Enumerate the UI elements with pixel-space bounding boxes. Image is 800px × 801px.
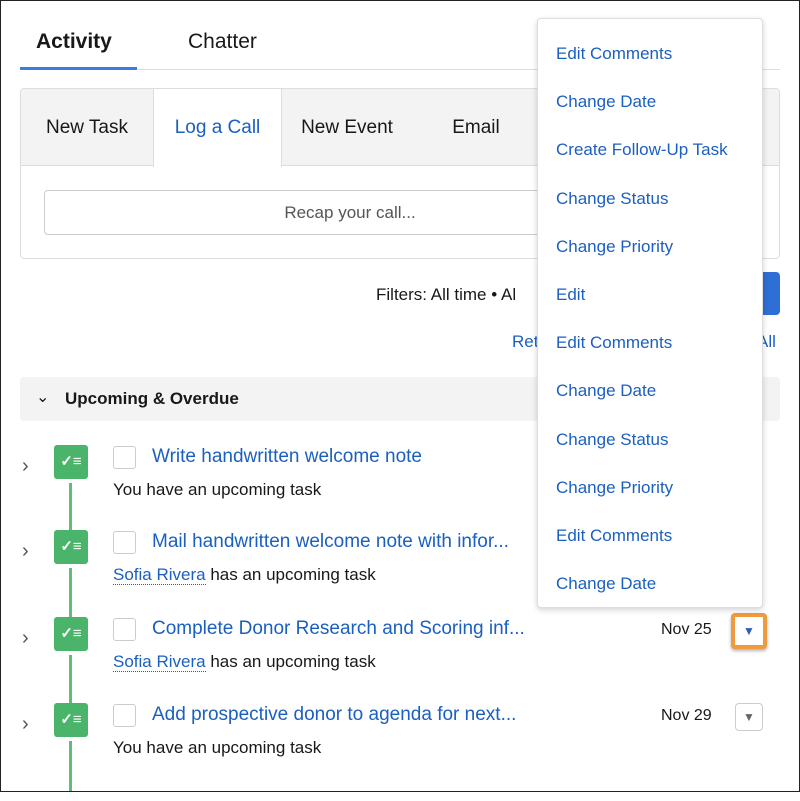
timeline-line: [69, 655, 72, 705]
chevron-right-icon[interactable]: ›: [22, 713, 29, 736]
owner-link[interactable]: Sofia Rivera: [113, 565, 206, 585]
task-title-link[interactable]: Complete Donor Research and Scoring inf.…: [152, 618, 525, 640]
chevron-right-icon[interactable]: ›: [22, 455, 29, 478]
menu-item[interactable]: Change Date: [556, 381, 656, 401]
task-subtitle: Sofia Rivera has an upcoming task: [113, 652, 376, 672]
menu-item[interactable]: Change Priority: [556, 237, 673, 257]
task-status-text: You have an upcoming task: [113, 738, 322, 757]
task-checkbox[interactable]: [113, 618, 136, 641]
task-checkbox[interactable]: [113, 704, 136, 727]
menu-item[interactable]: Change Status: [556, 430, 668, 450]
tab-new-task[interactable]: New Task: [21, 89, 153, 166]
menu-item[interactable]: Change Date: [556, 92, 656, 112]
task-status-text: has an upcoming task: [205, 565, 376, 584]
tab-new-event[interactable]: New Event: [282, 89, 412, 166]
filters-text: Filters: All time • Al: [376, 285, 517, 304]
task-actions-menu: Edit Comments Change Date Create Follow-Up…: [537, 18, 763, 608]
menu-item[interactable]: Edit Comments: [556, 333, 672, 353]
timeline-line: [69, 568, 72, 618]
task-checkbox[interactable]: [113, 446, 136, 469]
chevron-down-icon: ⌄: [36, 389, 50, 406]
task-due-date: Nov 25: [661, 621, 712, 638]
menu-item[interactable]: Edit Comments: [556, 526, 672, 546]
task-status-text: You have an upcoming task: [113, 480, 322, 499]
timeline-line: [69, 483, 72, 533]
menu-item[interactable]: Change Priority: [556, 478, 673, 498]
task-item: › ✓≡ Add prospective donor to agenda for…: [0, 703, 800, 801]
caret-down-icon: ▼: [743, 710, 755, 724]
task-list-icon: ✓≡: [54, 530, 88, 564]
task-status-text: has an upcoming task: [205, 652, 376, 671]
task-title-link[interactable]: Write handwritten welcome note: [152, 446, 422, 468]
task-due-date: Nov 29: [661, 707, 712, 724]
task-list-icon: ✓≡: [54, 617, 88, 651]
menu-item[interactable]: Change Date: [556, 574, 656, 594]
menu-item[interactable]: Create Follow-Up Task: [556, 140, 728, 160]
timeline-line: [69, 741, 72, 791]
task-actions-dropdown[interactable]: ▼: [735, 703, 763, 731]
owner-link[interactable]: Sofia Rivera: [113, 652, 206, 672]
task-item: › ✓≡ Complete Donor Research and Scoring…: [0, 613, 800, 715]
task-subtitle: You have an upcoming task: [113, 480, 321, 500]
tab-log-a-call[interactable]: Log a Call: [153, 89, 282, 167]
chevron-right-icon[interactable]: ›: [22, 627, 29, 650]
task-list-icon: ✓≡: [54, 703, 88, 737]
task-actions-dropdown[interactable]: ▼: [731, 613, 767, 649]
menu-item[interactable]: Edit Comments: [556, 44, 672, 64]
active-tab-indicator: [20, 67, 137, 70]
task-subtitle: You have an upcoming task: [113, 738, 321, 758]
task-title-link[interactable]: Add prospective donor to agenda for next…: [152, 704, 516, 726]
task-checkbox[interactable]: [113, 531, 136, 554]
task-list-icon: ✓≡: [54, 445, 88, 479]
caret-down-icon: ▼: [743, 624, 755, 638]
tab-activity[interactable]: Activity: [36, 30, 112, 54]
menu-item[interactable]: Edit: [556, 285, 585, 305]
menu-item[interactable]: Change Status: [556, 189, 668, 209]
tab-email[interactable]: Email: [421, 89, 531, 166]
tab-chatter[interactable]: Chatter: [188, 30, 257, 54]
chevron-right-icon[interactable]: ›: [22, 540, 29, 563]
section-title: Upcoming & Overdue: [65, 389, 239, 408]
refresh-link[interactable]: Ret: [512, 332, 538, 352]
task-subtitle: Sofia Rivera has an upcoming task: [113, 565, 376, 585]
task-title-link[interactable]: Mail handwritten welcome note with infor…: [152, 531, 509, 553]
